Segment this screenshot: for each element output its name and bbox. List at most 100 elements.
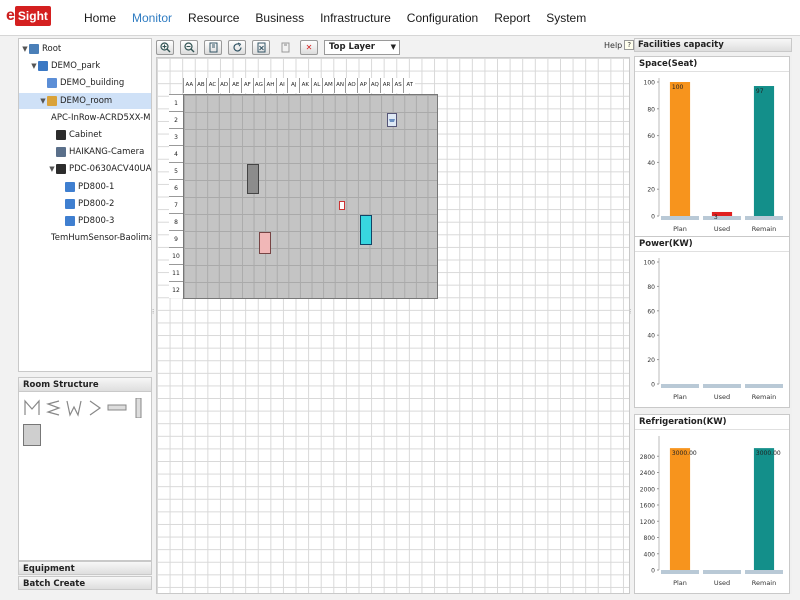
tree-item-apc-inrow-acrd5xx-mo[interactable]: APC-InRow-ACRD5XX-Mo <box>19 110 152 126</box>
row-label: 4 <box>169 145 183 162</box>
category-base <box>661 384 699 388</box>
column-label: AF <box>241 78 253 93</box>
bar-remain[interactable] <box>753 86 775 216</box>
room-structure-title[interactable]: Room Structure <box>19 378 151 392</box>
pillar-icon[interactable] <box>130 398 147 418</box>
y-tick-label: 0 <box>651 214 655 221</box>
tree-item-pd800-1[interactable]: PD800-1 <box>19 179 151 195</box>
room-layout-canvas[interactable]: AA AB AC AD AE AF AG AH AI AJ AK AL AM AN AO AP AQ AR AS AT… <box>156 57 630 594</box>
tree-item-label: APC-InRow-ACRD5XX-Mo <box>51 112 152 123</box>
column-label: AA <box>183 78 195 93</box>
category-label: Plan <box>673 579 687 587</box>
y-tick-label: 1600 <box>640 503 655 510</box>
nav-system[interactable]: System <box>538 11 594 25</box>
pdc-icon <box>56 164 66 175</box>
category-label: Remain <box>752 393 776 401</box>
equipment-header[interactable]: Equipment <box>18 561 152 575</box>
floor-block-icon[interactable] <box>23 424 41 446</box>
bar-value-label: 100 <box>672 84 684 91</box>
tree-item-pd800-2[interactable]: PD800-2 <box>19 196 151 212</box>
nav-report[interactable]: Report <box>486 11 538 25</box>
column-label: AL <box>310 78 323 93</box>
wall-w-icon[interactable] <box>65 398 83 418</box>
sensor-device[interactable] <box>339 201 345 210</box>
bar-plan[interactable] <box>669 82 691 216</box>
category-label: Remain <box>752 225 776 233</box>
fit-view-button[interactable] <box>204 39 222 55</box>
tree-item-temhumsensor-baolima[interactable]: TemHumSensor-Baolima- <box>19 230 151 246</box>
nav-home[interactable]: Home <box>76 11 124 25</box>
nav-infrastructure[interactable]: Infrastructure <box>312 11 399 25</box>
zoom-out-button[interactable] <box>180 39 198 55</box>
category-base <box>703 216 741 220</box>
column-label: AK <box>299 78 311 93</box>
nav-resource[interactable]: Resource <box>180 11 247 25</box>
y-tick-label: 1200 <box>640 519 655 526</box>
room-structure-panel: Room Structure <box>18 377 152 561</box>
expand-toggle-icon[interactable]: ▼ <box>30 62 38 70</box>
category-base <box>745 570 783 574</box>
fit-view-icon <box>209 42 217 52</box>
bar-remain[interactable] <box>753 448 775 570</box>
y-tick-label: 2800 <box>640 454 655 461</box>
tree-item-pd800-3[interactable]: PD800-3 <box>19 213 151 229</box>
y-tick-label: 40 <box>647 160 655 167</box>
row-label: 10 <box>169 247 183 264</box>
bar-value-label: 3 <box>714 214 718 221</box>
park-icon <box>38 61 48 72</box>
zoom-in-button[interactable] <box>156 39 174 55</box>
space-chart: 0 20 40 60 80 100 100 Plan 3 Used 97 Remain <box>644 78 783 233</box>
row-label: 2 <box>169 111 183 128</box>
y-tick-label: 100 <box>644 80 656 87</box>
tree-item-label: PD800-1 <box>78 181 115 192</box>
chevron-down-icon: ▼ <box>390 43 396 51</box>
door-icon[interactable] <box>107 398 127 418</box>
root-icon <box>29 44 39 54</box>
tree-item-root[interactable]: ▼ Root <box>19 41 151 57</box>
ac-unit-device[interactable] <box>387 113 397 127</box>
nav-business[interactable]: Business <box>247 11 312 25</box>
column-label: AQ <box>368 78 381 93</box>
expand-toggle-icon[interactable]: ▼ <box>21 45 29 53</box>
y-tick-label: 40 <box>647 333 655 340</box>
wall-e-icon[interactable] <box>44 398 62 418</box>
nav-configuration[interactable]: Configuration <box>399 11 486 25</box>
category-base <box>703 570 741 574</box>
row-label: 6 <box>169 179 183 196</box>
export-button[interactable] <box>252 39 270 55</box>
help-link[interactable]: Help ? <box>604 40 635 50</box>
layer-select[interactable]: Top Layer ▼ <box>324 39 400 55</box>
y-tick-label: 400 <box>644 551 656 558</box>
tree-item-demo-park[interactable]: ▼ DEMO_park <box>19 58 151 74</box>
tree-item-pdc-0630acv40ua[interactable]: ▼ PDC-0630ACV40UA <box>19 161 151 177</box>
y-tick-label: 20 <box>647 187 655 194</box>
room-grid-lines <box>184 95 437 298</box>
expand-toggle-icon[interactable]: ▼ <box>39 97 47 105</box>
save-button[interactable] <box>276 40 294 55</box>
room-floor-area[interactable] <box>183 94 438 299</box>
refresh-button[interactable] <box>228 39 246 55</box>
expand-toggle-icon[interactable]: ▼ <box>48 165 56 173</box>
bar-value-label: 3000.00 <box>756 450 781 457</box>
nav-monitor[interactable]: Monitor <box>124 11 180 25</box>
cabinet-device-gray[interactable] <box>247 164 259 194</box>
y-tick-label: 60 <box>647 133 655 140</box>
bar-plan[interactable] <box>669 448 691 570</box>
facilities-capacity-panel: Facilities capacity Space(Seat) 0 20 40 60 8… <box>634 38 792 594</box>
tree-item-haikang-camera[interactable]: HAIKANG-Camera <box>19 144 151 160</box>
space-chart-title: Space(Seat) <box>635 57 789 72</box>
cabinet-device-cyan[interactable] <box>360 215 372 245</box>
tree-item-demo-room[interactable]: ▼ DEMO_room <box>19 92 151 109</box>
bar-value-label: 97 <box>756 88 764 95</box>
delete-x-icon: ✕ <box>305 42 313 52</box>
wall-bracket-icon[interactable] <box>86 398 104 418</box>
column-label: AN <box>333 78 346 93</box>
batch-create-header[interactable]: Batch Create <box>18 576 152 590</box>
tree-item-cabinet[interactable]: Cabinet <box>19 127 151 143</box>
tree-item-demo-building[interactable]: DEMO_building <box>19 75 151 91</box>
delete-button[interactable]: ✕ <box>300 39 318 55</box>
main-nav: Home Monitor Resource Business Infrastructur… <box>76 0 594 36</box>
wall-m-icon[interactable] <box>23 398 41 418</box>
pdc-device-pink[interactable] <box>259 232 271 254</box>
layer-select-value: Top Layer <box>329 42 375 52</box>
